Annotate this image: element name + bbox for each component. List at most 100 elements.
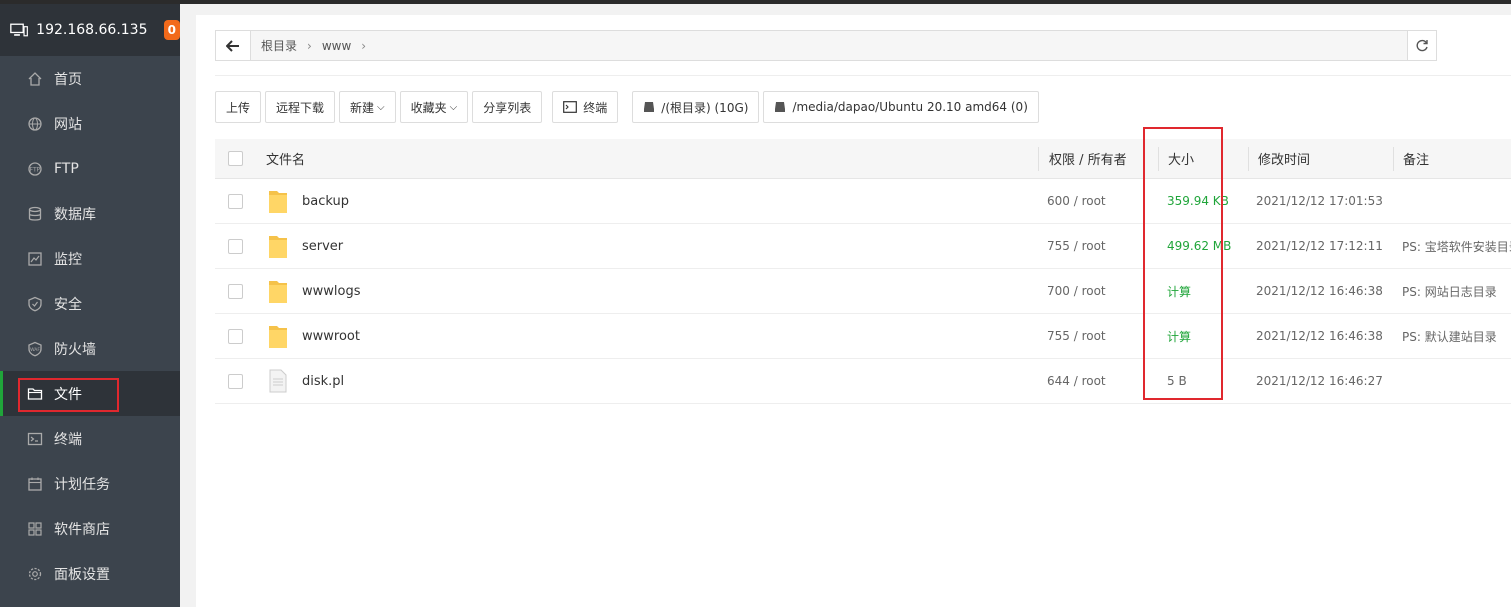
- folder-icon: [269, 326, 287, 348]
- sidebar-item-label: 数据库: [54, 206, 96, 223]
- notification-badge[interactable]: 0: [163, 20, 180, 40]
- shield-icon: [26, 295, 44, 313]
- arrow-left-icon: [226, 39, 239, 52]
- refresh-button[interactable]: [1407, 31, 1436, 60]
- file-permission[interactable]: 600 / root: [1047, 179, 1106, 223]
- row-checkbox[interactable]: [228, 373, 243, 389]
- file-table-header: 文件名 权限 / 所有者 大小 修改时间 备注: [215, 139, 1511, 179]
- file-mtime: 2021/12/12 16:46:38: [1256, 329, 1383, 343]
- apps-icon: [26, 520, 44, 538]
- header-name[interactable]: 文件名: [266, 139, 305, 178]
- disk-media-button[interactable]: /media/dapao/Ubuntu 20.10 amd64 (0): [763, 91, 1039, 123]
- file-permission[interactable]: 755 / root: [1047, 224, 1106, 268]
- sidebar-item-label: 安全: [54, 296, 82, 313]
- sidebar-item-firewall[interactable]: WAF 防火墙: [0, 326, 180, 371]
- disk-root-button[interactable]: /(根目录) (10G): [632, 91, 760, 123]
- breadcrumb-current[interactable]: www: [322, 39, 351, 53]
- share-list-button[interactable]: 分享列表: [472, 91, 543, 123]
- file-note[interactable]: PS: 网站日志目录: [1402, 269, 1497, 313]
- upload-button[interactable]: 上传: [215, 91, 262, 123]
- new-dropdown-button[interactable]: 新建 ⌵: [339, 91, 396, 123]
- table-row[interactable]: server 755 / root 499.62 MB 2021/12/12 1…: [215, 224, 1511, 269]
- terminal-button[interactable]: 终端: [552, 91, 619, 123]
- table-row[interactable]: wwwlogs 700 / root 计算 2021/12/12 16:46:3…: [215, 269, 1511, 314]
- file-name[interactable]: disk.pl: [302, 359, 344, 403]
- folder-icon: [269, 281, 287, 303]
- size-column-highlight: [1143, 127, 1223, 400]
- file-permission[interactable]: 700 / root: [1047, 269, 1106, 313]
- file-mtime: 2021/12/12 16:46:27: [1256, 374, 1383, 388]
- select-all-cell: [228, 139, 243, 178]
- header-permissions[interactable]: 权限 / 所有者: [1049, 139, 1127, 178]
- ftp-icon: FTP: [26, 160, 44, 178]
- row-checkbox[interactable]: [228, 193, 243, 209]
- terminal-label: 终端: [583, 100, 608, 115]
- sidebar-item-files[interactable]: 文件: [0, 371, 180, 416]
- file-mtime: 2021/12/12 17:12:11: [1256, 239, 1383, 253]
- remote-download-button[interactable]: 远程下载: [265, 91, 336, 123]
- sidebar-item-settings[interactable]: 面板设置: [0, 551, 180, 596]
- file-mtime: 2021/12/12 16:46:38: [1256, 284, 1383, 298]
- sidebar-item-cron[interactable]: 计划任务: [0, 461, 180, 506]
- sidebar-item-ftp[interactable]: FTP FTP: [0, 146, 180, 191]
- sidebar-item-monitor[interactable]: 监控: [0, 236, 180, 281]
- folder-icon: [269, 191, 287, 213]
- table-row[interactable]: disk.pl 644 / root 5 B 2021/12/12 16:46:…: [215, 359, 1511, 404]
- svg-text:FTP: FTP: [30, 166, 41, 173]
- favorites-dropdown-button[interactable]: 收藏夹 ⌵: [399, 91, 469, 123]
- select-all-checkbox[interactable]: [228, 151, 243, 166]
- file-name[interactable]: backup: [302, 179, 349, 223]
- monitor-chart-icon: [26, 250, 44, 268]
- file-permission[interactable]: 755 / root: [1047, 314, 1106, 358]
- database-icon: [26, 205, 44, 223]
- toolbar: 上传 远程下载 新建 ⌵ 收藏夹 ⌵ 分享列表 终端 /(根目录) (10G) /m…: [215, 91, 1043, 123]
- sidebar-item-label: 面板设置: [54, 566, 110, 583]
- table-row[interactable]: wwwroot 755 / root 计算 2021/12/12 16:46:3…: [215, 314, 1511, 359]
- firewall-icon: WAF: [26, 340, 44, 358]
- file-note[interactable]: PS: 默认建站目录: [1402, 314, 1497, 358]
- row-checkbox[interactable]: [228, 328, 243, 344]
- home-icon: [26, 70, 44, 88]
- sidebar-item-security[interactable]: 安全: [0, 281, 180, 326]
- file-name[interactable]: wwwlogs: [302, 269, 361, 313]
- calendar-icon: [26, 475, 44, 493]
- disk-root-label: /(根目录) (10G): [661, 100, 749, 115]
- disk-icon: [644, 102, 655, 112]
- table-row[interactable]: backup 600 / root 359.94 KB 2021/12/12 1…: [215, 179, 1511, 224]
- row-checkbox[interactable]: [228, 283, 243, 299]
- sidebar-item-label: 防火墙: [54, 341, 96, 358]
- file-permission[interactable]: 644 / root: [1047, 359, 1106, 403]
- refresh-icon: [1416, 39, 1428, 51]
- row-checkbox[interactable]: [228, 238, 243, 254]
- server-header[interactable]: 192.168.66.135 0: [0, 4, 180, 56]
- file-manager-panel: 根目录 › www › 上传 远程下载 新建 ⌵ 收藏夹 ⌵ 分享列表 终端 /(根…: [196, 15, 1511, 607]
- sidebar-item-label: 软件商店: [54, 521, 110, 538]
- path-bar: 根目录 › www ›: [215, 30, 1437, 61]
- file-name[interactable]: server: [302, 224, 343, 268]
- svg-text:WAF: WAF: [30, 347, 40, 353]
- sidebar-item-label: FTP: [54, 160, 79, 177]
- gear-icon: [26, 565, 44, 583]
- file-name[interactable]: wwwroot: [302, 314, 360, 358]
- sidebar-item-label: 首页: [54, 71, 82, 88]
- chevron-down-icon: ⌵: [377, 101, 385, 113]
- chevron-down-icon: ⌵: [449, 101, 458, 113]
- header-mtime[interactable]: 修改时间: [1258, 139, 1310, 178]
- sidebar-item-store[interactable]: 软件商店: [0, 506, 180, 551]
- column-divider: [1248, 147, 1249, 171]
- sidebar-item-database[interactable]: 数据库: [0, 191, 180, 236]
- terminal-icon: [563, 101, 578, 113]
- file-note[interactable]: PS: 宝塔软件安装目录: [1402, 224, 1511, 268]
- terminal-icon: [26, 430, 44, 448]
- sidebar-item-terminal[interactable]: 终端: [0, 416, 180, 461]
- back-button[interactable]: [216, 31, 251, 60]
- window-top-border: [0, 0, 1511, 4]
- monitor-icon: [10, 23, 28, 37]
- breadcrumb-root[interactable]: 根目录: [261, 37, 297, 54]
- globe-icon: [26, 115, 44, 133]
- sidebar-item-website[interactable]: 网站: [0, 101, 180, 146]
- sidebar-item-label: 计划任务: [54, 476, 110, 493]
- header-note: 备注: [1403, 153, 1430, 168]
- sidebar-item-home[interactable]: 首页: [0, 56, 180, 101]
- divider: [215, 75, 1511, 76]
